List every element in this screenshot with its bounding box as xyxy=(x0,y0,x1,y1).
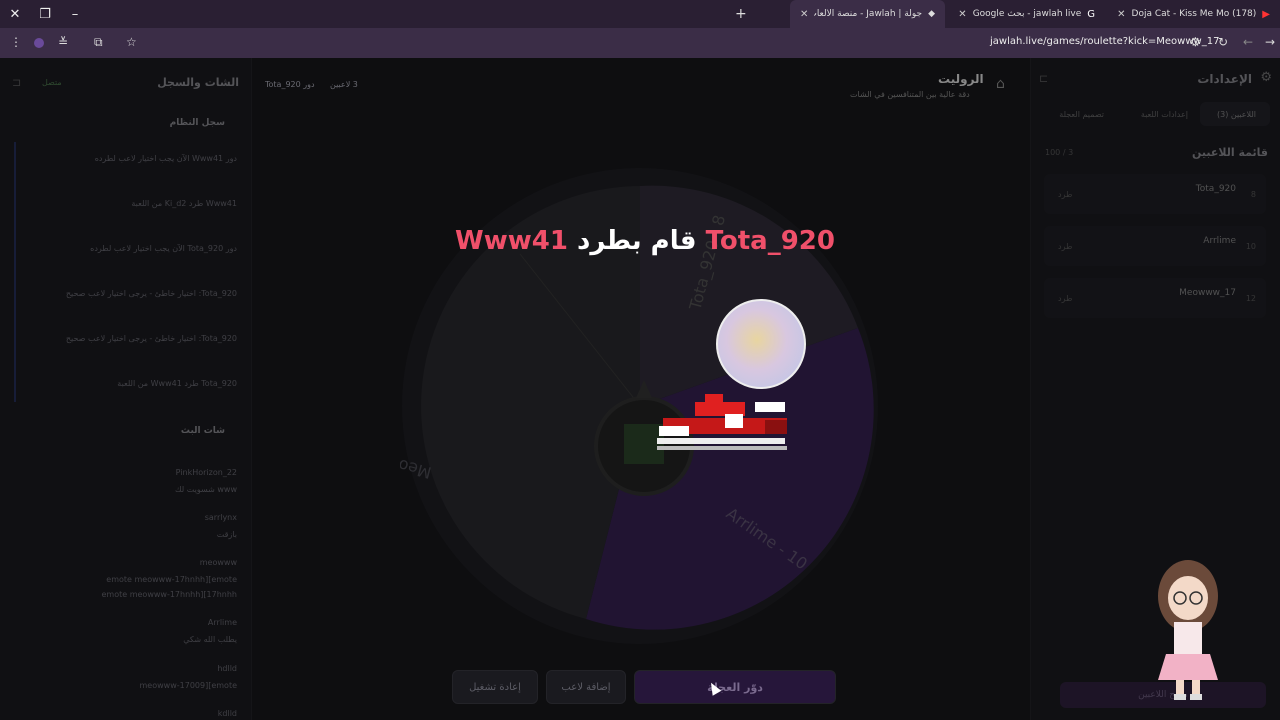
close-window-icon[interactable]: ✕ xyxy=(0,7,30,22)
chat-author: meowww xyxy=(199,558,237,567)
tune-icon[interactable]: ≚ xyxy=(58,35,68,49)
minimize-window-icon[interactable]: – xyxy=(60,7,90,22)
chat-author: hdlld xyxy=(217,664,237,673)
chat-message: meowww-17009][emote xyxy=(139,681,237,690)
log-item: Tota_920 طرد Www41 من اللعبة xyxy=(117,379,237,388)
extension-icon[interactable] xyxy=(34,38,44,48)
players-count: 3 لاعبين xyxy=(330,80,358,89)
app-area: الشات والسجل متصل ⊏ سجل النظام دور Www41… xyxy=(0,58,1280,720)
tab-google[interactable]: G jawlah live - بحث Google ✕ xyxy=(945,0,1105,28)
tab-title: (178) Doja Cat - Kiss Me Mo xyxy=(1131,9,1257,19)
player-row: 10 Arrlime طرد xyxy=(1044,226,1266,266)
tab-title: جولة | Jawlah - منصة الألعاب الت xyxy=(814,9,923,19)
connection-status: متصل xyxy=(42,78,62,87)
log-timeline xyxy=(14,142,16,402)
bookmark-star-icon[interactable]: ☆ xyxy=(126,35,137,49)
puzzle-icon[interactable]: ⧉ xyxy=(94,35,103,50)
chat-author: PinkHorizon_22 xyxy=(175,468,237,477)
kick-button[interactable]: طرد xyxy=(1058,242,1072,251)
sneaker-icon xyxy=(657,394,787,450)
youtube-icon: ▶ xyxy=(1262,8,1270,20)
restore-window-icon[interactable]: ❐ xyxy=(30,7,60,22)
chat-message: بازقت xyxy=(216,530,237,539)
game-title: الروليت xyxy=(938,72,984,86)
restart-button[interactable]: إعادة تشغيل xyxy=(452,670,538,704)
kicked-name: Www41 xyxy=(455,226,568,256)
close-tab-icon[interactable]: ✕ xyxy=(958,9,966,20)
tab-title: jawlah live - بحث Google xyxy=(972,9,1082,19)
address-bar: ⋮ ≚ ⧉ ☆ jawlah.live/games/roulette?kick=… xyxy=(0,28,1280,58)
log-item: Tota_920: اختيار خاطئ - يرجى اختيار لاعب… xyxy=(65,334,237,343)
add-player-button[interactable]: إضافة لاعب xyxy=(546,670,626,704)
log-item: دور Www41 الآن يجب اختيار لاعب لطرده xyxy=(94,154,237,163)
chat-author: kdlld xyxy=(217,709,237,718)
reload-icon[interactable]: ↻ xyxy=(1218,35,1228,49)
spin-wheel-button[interactable]: دوّر العجلة xyxy=(634,670,836,704)
player-number: 8 xyxy=(1250,190,1256,199)
close-tab-icon[interactable]: ✕ xyxy=(800,9,808,20)
chat-message: يطلب الله شكي xyxy=(183,635,237,644)
gear-icon: ⚙ xyxy=(1260,70,1272,85)
kicker-avatar xyxy=(716,299,806,389)
new-tab-icon[interactable]: + xyxy=(735,6,747,22)
tab-game-settings[interactable]: إعدادات اللعبة xyxy=(1141,110,1188,119)
player-name: Meowww_17 xyxy=(1179,288,1236,298)
system-log-title: سجل النظام xyxy=(169,118,225,128)
chat-message: emote meowww-17hnhh][17hnhh xyxy=(101,590,238,599)
streamer-character xyxy=(1158,560,1218,700)
chat-author: sarrlynx xyxy=(204,513,237,522)
stream-chat-title: شات البث xyxy=(180,426,225,436)
collapse-panel-icon[interactable]: ⊏ xyxy=(12,76,21,89)
player-row: 12 Meowww_17 طرد xyxy=(1044,278,1266,318)
tab-wheel-design[interactable]: تصميم العجلة xyxy=(1059,110,1104,119)
site-settings-icon[interactable]: ⚙ xyxy=(1190,35,1201,49)
tab-doja[interactable]: ▶ (178) Doja Cat - Kiss Me Mo ✕ xyxy=(1105,0,1280,28)
url-field[interactable]: jawlah.live/games/roulette?kick=Meowww_1… xyxy=(990,36,1219,47)
player-count: 3 / 100 xyxy=(1045,148,1074,157)
chat-message: emote meowww-17hnhh][emote xyxy=(106,575,237,584)
close-tab-icon[interactable]: ✕ xyxy=(1117,9,1125,20)
log-item: Tota_920: اختيار خاطئ - يرجى اختيار لاعب… xyxy=(65,289,237,298)
player-number: 12 xyxy=(1245,294,1256,303)
chat-message: www شسويت لك xyxy=(175,485,237,494)
kicker-name: Tota_920 xyxy=(705,226,835,256)
home-icon[interactable]: ⌂ xyxy=(996,76,1005,92)
jawlah-favicon-icon: ◆ xyxy=(928,9,935,19)
google-icon: G xyxy=(1087,8,1095,20)
kick-verb: قام بطرد xyxy=(577,226,697,256)
player-name: Tota_920 xyxy=(1195,184,1236,194)
game-subtitle: دقة عالية بين المتنافسين في الشات xyxy=(850,90,970,99)
menu-dots-icon[interactable]: ⋮ xyxy=(10,35,22,49)
forward-icon[interactable]: ← xyxy=(1243,35,1253,49)
current-turn: دور Tota_920 xyxy=(265,80,315,89)
chat-author: Arrlime xyxy=(207,618,237,627)
player-number: 10 xyxy=(1245,242,1256,251)
tab-jawlah[interactable]: ◆ جولة | Jawlah - منصة الألعاب الت ✕ xyxy=(790,0,945,28)
log-item: دور Tota_920 الآن يجب اختيار لاعب لطرده xyxy=(90,244,237,253)
log-item: Www41 طرد Ki_d2 من اللعبة xyxy=(131,199,237,208)
collapse-panel-icon[interactable]: ⊐ xyxy=(1039,72,1048,85)
browser-tab-bar: ✕ ❐ – + ▶ (178) Doja Cat - Kiss Me Mo ✕ … xyxy=(0,0,1280,28)
kick-button[interactable]: طرد xyxy=(1058,190,1072,199)
chat-log-panel: الشات والسجل متصل ⊏ سجل النظام دور Www41… xyxy=(0,58,252,720)
kick-announcement: Tota_920 قام بطرد Www41 xyxy=(440,226,850,256)
back-icon[interactable]: → xyxy=(1265,35,1275,49)
chat-panel-title: الشات والسجل xyxy=(157,76,239,89)
player-row: 8 Tota_920 طرد xyxy=(1044,174,1266,214)
player-name: Arrlime xyxy=(1203,236,1236,246)
tab-players-label: اللاعبين (3) xyxy=(1216,110,1256,119)
settings-title: الإعدادات xyxy=(1197,72,1252,86)
kick-button[interactable]: طرد xyxy=(1058,294,1072,303)
player-list-title: قائمة اللاعبين xyxy=(1192,146,1268,159)
